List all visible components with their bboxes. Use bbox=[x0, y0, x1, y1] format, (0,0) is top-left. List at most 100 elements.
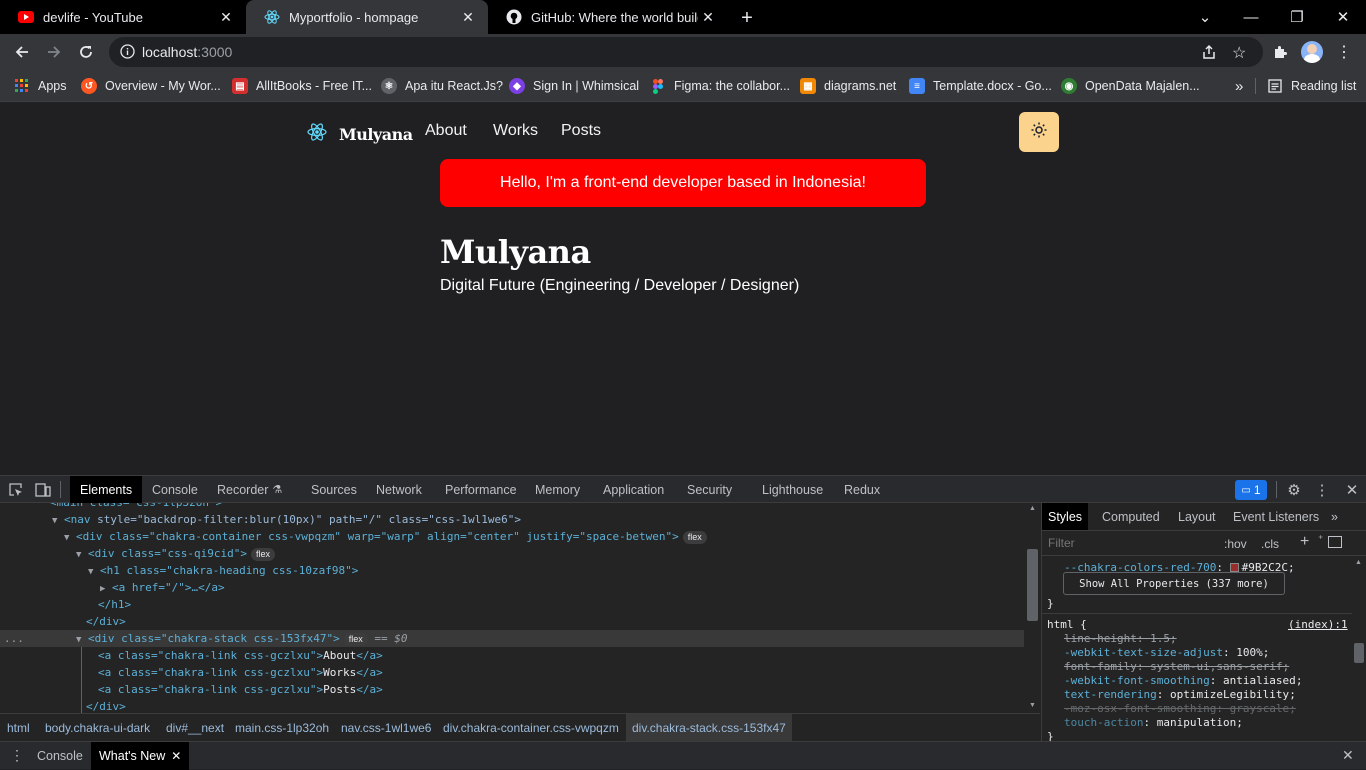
tab-console[interactable]: Console bbox=[142, 476, 208, 503]
style-source-link[interactable]: (index):1 bbox=[1288, 618, 1348, 632]
scrollbar-thumb[interactable] bbox=[1027, 549, 1038, 621]
bookmark-whimsical[interactable]: ◆ Sign In | Whimsical bbox=[509, 76, 639, 96]
nav-link-works[interactable]: Works bbox=[493, 122, 538, 140]
tab-memory[interactable]: Memory bbox=[525, 476, 590, 503]
dom-node-stack-close[interactable]: </div> bbox=[86, 698, 126, 713]
css-prop-line[interactable]: -webkit-text-size-adjust: 100%; bbox=[1064, 646, 1269, 660]
tab-network[interactable]: Network bbox=[366, 476, 432, 503]
close-tab-icon[interactable]: ✕ bbox=[698, 7, 718, 27]
css-prop-line[interactable]: touch-action: manipulation; bbox=[1064, 716, 1243, 730]
nav-link-about[interactable]: About bbox=[425, 122, 467, 140]
breadcrumb-item[interactable]: body.chakra-ui-dark bbox=[45, 721, 150, 735]
restore-icon[interactable]: ❐ bbox=[1274, 0, 1320, 34]
tab-security[interactable]: Security bbox=[677, 476, 742, 503]
forward-icon[interactable] bbox=[40, 38, 68, 66]
tab-redux[interactable]: Redux bbox=[834, 476, 890, 503]
tab-elements[interactable]: Elements bbox=[70, 476, 143, 503]
node-actions-ellipsis[interactable]: ... bbox=[4, 630, 24, 647]
tab-layout[interactable]: Layout bbox=[1172, 503, 1222, 530]
css-prop-line[interactable]: -moz-osx-font-smoothing: grayscale; bbox=[1064, 702, 1296, 716]
scroll-down-icon[interactable]: ▼ bbox=[1029, 702, 1036, 709]
collapse-arrow-icon[interactable]: ▼ bbox=[76, 635, 81, 645]
close-tab-icon[interactable]: ✕ bbox=[458, 7, 478, 27]
bookmarks-overflow-icon[interactable]: » bbox=[1235, 76, 1243, 96]
css-prop-line[interactable]: font-family: system-ui,sans-serif; bbox=[1064, 660, 1289, 674]
tab-recorder[interactable]: Recorder ⚗ bbox=[207, 476, 292, 503]
close-icon[interactable]: ✕ bbox=[171, 749, 181, 763]
flex-badge[interactable]: flex bbox=[343, 632, 368, 646]
dom-node-div-close[interactable]: </div> bbox=[86, 613, 126, 630]
collapse-arrow-icon[interactable]: ▼ bbox=[52, 516, 57, 526]
scroll-up-icon[interactable]: ▲ bbox=[1355, 559, 1362, 566]
tab-lighthouse[interactable]: Lighthouse bbox=[752, 476, 833, 503]
sidebar-toggle-icon[interactable] bbox=[1328, 536, 1342, 548]
tab-styles[interactable]: Styles bbox=[1042, 503, 1089, 530]
browser-tab-youtube[interactable]: devlife - YouTube ✕ bbox=[0, 0, 246, 34]
dom-node-link-about[interactable]: <a class="chakra-link css-gczlxu">About<… bbox=[98, 647, 383, 664]
dom-node-main[interactable]: <main class="css-1lp32oh"> bbox=[50, 503, 222, 511]
dom-node-nav[interactable]: ▼ <nav style="backdrop-filter:blur(10px)… bbox=[52, 511, 521, 528]
css-selector[interactable]: html { bbox=[1047, 618, 1087, 632]
breadcrumb-item[interactable]: nav.css-1wl1we6 bbox=[341, 721, 431, 735]
collapse-arrow-icon[interactable]: ▼ bbox=[64, 533, 69, 543]
elements-dom-tree[interactable]: <main class="css-1lp32oh"> ▼ <nav style=… bbox=[0, 503, 1040, 713]
bookmark-template-docx[interactable]: ≡ Template.docx - Go... bbox=[909, 76, 1052, 96]
back-icon[interactable] bbox=[8, 38, 36, 66]
dom-node-h1[interactable]: ▼ <h1 class="chakra-heading css-10zaf98"… bbox=[88, 562, 358, 579]
collapse-arrow-icon[interactable]: ▼ bbox=[88, 567, 93, 577]
browser-tab-portfolio[interactable]: Myportfolio - hompage ✕ bbox=[246, 0, 488, 34]
site-logo[interactable]: Mulyana bbox=[307, 122, 413, 147]
breadcrumb-item[interactable]: html bbox=[7, 721, 30, 735]
inspect-element-icon[interactable] bbox=[6, 480, 26, 500]
css-prop-line[interactable]: -webkit-font-smoothing: antialiased; bbox=[1064, 674, 1302, 688]
dom-node-qi9cid[interactable]: ▼ <div class="css-qi9cid"> flex bbox=[76, 545, 276, 562]
breadcrumb-item[interactable]: div.chakra-container.css-vwpqzm bbox=[443, 721, 619, 735]
css-prop-line[interactable]: line-height: 1.5; bbox=[1064, 632, 1177, 646]
tab-computed[interactable]: Computed bbox=[1096, 503, 1166, 530]
dom-node-h1-close[interactable]: </h1> bbox=[98, 596, 131, 613]
bookmark-allitbooks[interactable]: ▤ AllItBooks - Free IT... bbox=[232, 76, 372, 96]
collapse-arrow-icon[interactable]: ▼ bbox=[76, 550, 81, 560]
css-prop-line[interactable]: text-rendering: optimizeLegibility; bbox=[1064, 688, 1296, 702]
theme-toggle-button[interactable] bbox=[1019, 112, 1059, 152]
dom-node-link-works[interactable]: <a class="chakra-link css-gczlxu">Works<… bbox=[98, 664, 383, 681]
more-tabs-icon[interactable]: » bbox=[1325, 503, 1344, 530]
styles-scrollbar[interactable]: ▲ bbox=[1352, 557, 1366, 741]
reload-icon[interactable] bbox=[72, 38, 100, 66]
browser-tab-github[interactable]: GitHub: Where the world builds s ✕ bbox=[488, 0, 728, 34]
breadcrumb-item[interactable]: main.css-1lp32oh bbox=[235, 721, 329, 735]
site-info-icon[interactable] bbox=[120, 44, 135, 64]
scrollbar-thumb[interactable] bbox=[1354, 643, 1364, 663]
drawer-tab-whats-new[interactable]: What's New ✕ bbox=[91, 742, 190, 770]
tab-search-icon[interactable]: ⌄ bbox=[1182, 0, 1228, 34]
bookmark-star-icon[interactable]: ☆ bbox=[1232, 43, 1246, 63]
rendering-toggle-icon[interactable]: ⁺ bbox=[1318, 534, 1323, 545]
reading-list-button[interactable]: Reading list bbox=[1267, 76, 1356, 96]
share-icon[interactable] bbox=[1201, 44, 1217, 65]
drawer-tab-console[interactable]: Console bbox=[29, 742, 91, 770]
chrome-menu-icon[interactable]: ⋮ bbox=[1330, 38, 1358, 66]
drawer-menu-icon[interactable]: ⋮ bbox=[10, 747, 24, 764]
styles-filter-input[interactable] bbox=[1042, 532, 1217, 554]
minimize-icon[interactable]: — bbox=[1228, 0, 1274, 34]
dom-node-link-posts[interactable]: <a class="chakra-link css-gczlxu">Posts<… bbox=[98, 681, 383, 698]
extensions-icon[interactable] bbox=[1266, 38, 1294, 66]
dom-node-stack[interactable]: ▼ <div class="chakra-stack css-153fx47">… bbox=[76, 630, 407, 647]
close-window-icon[interactable]: ✕ bbox=[1320, 0, 1366, 34]
tab-sources[interactable]: Sources bbox=[301, 476, 367, 503]
elements-scrollbar[interactable]: ▲ ▼ bbox=[1025, 503, 1040, 713]
dom-node-a-home[interactable]: ▶ <a href="/">…</a> bbox=[100, 579, 225, 596]
close-drawer-icon[interactable]: ✕ bbox=[1342, 747, 1354, 764]
bookmark-react[interactable]: ⚛ Apa itu React.Js? bbox=[381, 76, 503, 96]
cls-toggle[interactable]: .cls bbox=[1261, 537, 1279, 551]
bookmark-apps[interactable]: Apps bbox=[14, 76, 67, 96]
breadcrumb-item[interactable]: div#__next bbox=[166, 721, 224, 735]
bookmark-opendata[interactable]: ◉ OpenData Majalen... bbox=[1061, 76, 1200, 96]
tab-application[interactable]: Application bbox=[593, 476, 674, 503]
device-toolbar-icon[interactable] bbox=[33, 480, 53, 500]
color-swatch[interactable] bbox=[1229, 563, 1239, 572]
expand-arrow-icon[interactable]: ▶ bbox=[100, 584, 105, 594]
hov-toggle[interactable]: :hov bbox=[1224, 537, 1247, 551]
issues-badge[interactable]: ▭ 1 bbox=[1235, 480, 1267, 500]
avatar[interactable] bbox=[1298, 38, 1326, 66]
